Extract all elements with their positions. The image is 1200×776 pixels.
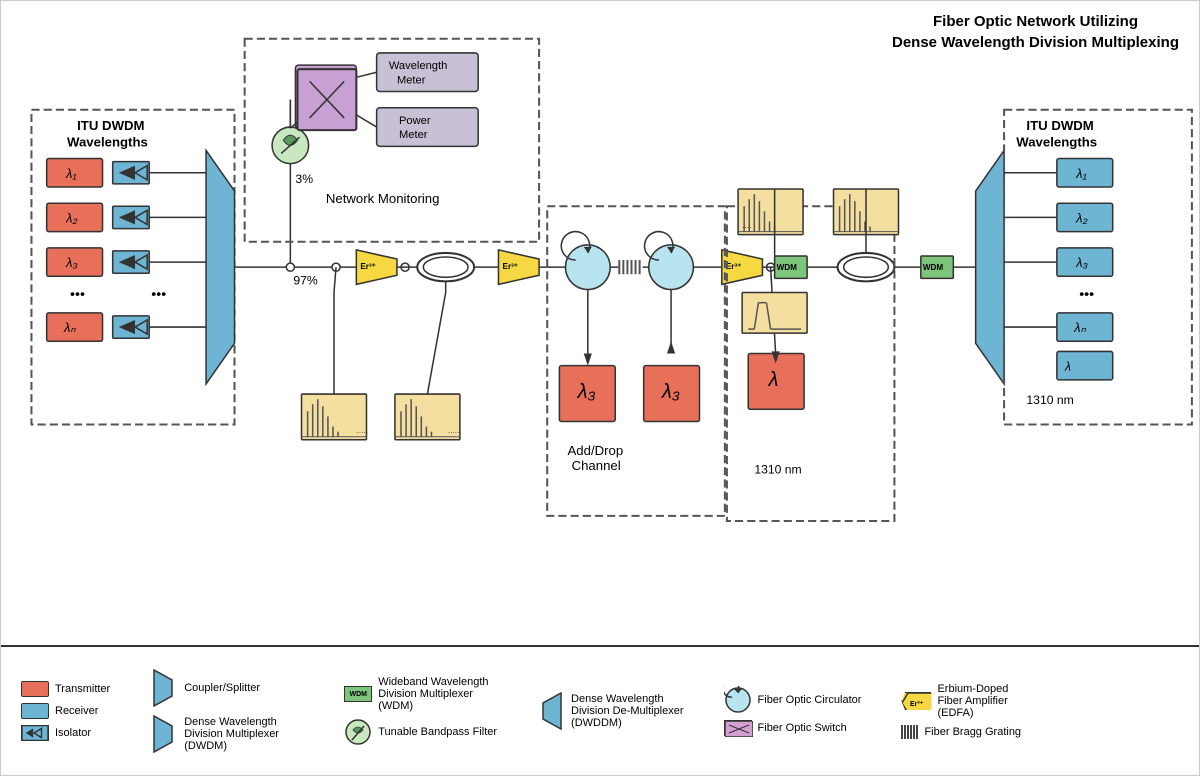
dwdm-icon [150, 714, 178, 754]
add-drop-label1: Add/Drop [568, 443, 624, 458]
legend-transmitter: Transmitter [21, 681, 110, 697]
right-dwddm [976, 150, 1004, 384]
tx-dots: ••• [70, 287, 85, 303]
right-itu-label: ITU DWDM [1026, 118, 1093, 133]
receiver-label: Receiver [55, 705, 98, 717]
wdm-left-label: WDM [777, 263, 798, 272]
power-meter-label1: Power [399, 115, 431, 127]
rx-1310nm-right-label: λ [1064, 360, 1071, 374]
fc1-dots: ···· [742, 224, 751, 232]
diagram-area: Fiber Optic Network Utilizing Dense Wave… [1, 1, 1199, 645]
drop-arrow [584, 353, 592, 365]
edfa2-label: Er³⁺ [503, 262, 519, 271]
tx-dots2: ••• [151, 287, 166, 303]
fcl1-dots: ····· [356, 429, 368, 437]
nm1310-left-label: 1310 nm [754, 462, 801, 476]
line-coupler-wm [356, 72, 376, 77]
tx-lambda3-label: λ₃ [65, 255, 78, 270]
legend-edfa: Er³⁺ Erbium-DopedFiber Amplifier(EDFA) [901, 683, 1021, 719]
edfa3-label: Er³⁺ [726, 262, 742, 271]
left-itu-label2: Wavelengths [67, 134, 148, 149]
wavelength-meter [377, 53, 479, 92]
wdm-right-label: WDM [923, 263, 944, 272]
legend-dwddm: Dense WavelengthDivision De-Multiplexer(… [537, 691, 683, 731]
receiver-icon [21, 703, 49, 719]
nm1310-right: 1310 nm [1026, 393, 1073, 407]
legend-wdm: WDM Wideband WavelengthDivision Multiple… [344, 676, 497, 712]
filter-chart-3 [742, 293, 807, 334]
rx-dots: ••• [1079, 287, 1094, 303]
bragg-label: Fiber Bragg Grating [924, 726, 1021, 738]
tx-lambda2-label: λ₂ [65, 210, 78, 225]
rx-lambda1-label: λ₁ [1075, 166, 1087, 181]
legend-area: Transmitter Receiver Isolator [1, 645, 1199, 775]
add-drop-lambda3-drop-label: λ₃ [577, 381, 596, 403]
fiber-coil-1b [423, 257, 468, 277]
wdm-icon: WDM [344, 686, 372, 702]
isolator-icon [21, 725, 49, 741]
bragg-grating-icon [901, 725, 918, 739]
add-drop-lambda3-add-label: λ₃ [661, 381, 680, 403]
legend-circulator: Fiber Optic Circulator [724, 686, 862, 714]
circulator-icon [724, 686, 752, 714]
power-meter-label2: Meter [399, 129, 428, 141]
dwddm-icon [537, 691, 565, 731]
fiber-coil-2b [844, 257, 889, 277]
network-monitoring-label: Network Monitoring [326, 191, 440, 206]
edfa-icon: Er³⁺ [901, 692, 931, 710]
legend-col-3: WDM Wideband WavelengthDivision Multiple… [344, 676, 509, 746]
svg-text:Er³⁺: Er³⁺ [910, 701, 924, 708]
dwddm-label: Dense WavelengthDivision De-Multiplexer(… [571, 693, 683, 729]
fiber-switch-label: Fiber Optic Switch [758, 722, 847, 734]
wavelength-meter-label2: Meter [397, 74, 426, 86]
coupler-icon [150, 668, 178, 708]
pct97-label: 97% [293, 273, 318, 287]
legend-fiber-switch: Fiber Optic Switch [724, 720, 862, 736]
legend-bragg: Fiber Bragg Grating [901, 725, 1021, 739]
tx-lambdan-label: λₙ [63, 320, 76, 335]
tunable-filter-icon [344, 718, 372, 746]
dwdm-label: Dense Wavelength Division Multiplexer (D… [184, 716, 304, 752]
legend-col-4: Dense WavelengthDivision De-Multiplexer(… [537, 691, 695, 731]
add-drop-label2: Channel [572, 458, 621, 473]
legend-col-5: Fiber Optic Circulator Fiber Optic Switc… [724, 686, 874, 736]
splitter-node [286, 263, 294, 271]
rx-lambda2-label: λ₂ [1075, 210, 1088, 225]
fcl2-dots: ····· [448, 429, 460, 437]
legend-tunable: Tunable Bandpass Filter [344, 718, 497, 746]
lambda-1310-left-label: λ [768, 369, 779, 391]
line-coupler-pm [356, 115, 376, 127]
circulator-label: Fiber Optic Circulator [758, 694, 862, 706]
fiber-switch-icon [724, 720, 752, 736]
line-chart2-up [427, 293, 445, 395]
legend-col-6: Er³⁺ Erbium-DopedFiber Amplifier(EDFA) F… [901, 683, 1033, 739]
edfa1-label: Er³⁺ [360, 262, 376, 271]
legend-receiver: Receiver [21, 703, 110, 719]
legend-dwdm: Dense Wavelength Division Multiplexer (D… [150, 714, 304, 754]
wavelength-meter-label1: Wavelength [389, 60, 448, 72]
coupler-label: Coupler/Splitter [184, 682, 260, 694]
main-container: Fiber Optic Network Utilizing Dense Wave… [0, 0, 1200, 776]
legend-coupler: Coupler/Splitter [150, 668, 304, 708]
legend-isolator: Isolator [21, 725, 110, 741]
rx-lambdan-label: λₙ [1073, 320, 1086, 335]
isolator-label: Isolator [55, 727, 91, 739]
legend-col-2: Coupler/Splitter Dense Wavelength Divisi… [150, 668, 316, 754]
transmitter-icon [21, 681, 49, 697]
pct3-label: 3% [295, 172, 313, 186]
legend-col-1: Transmitter Receiver Isolator [21, 681, 122, 741]
transmitter-label: Transmitter [55, 683, 110, 695]
right-itu-label2: Wavelengths [1016, 134, 1097, 149]
edfa-label: Erbium-DopedFiber Amplifier(EDFA) [937, 683, 1008, 719]
left-dwdm [206, 150, 234, 384]
left-itu-label: ITU DWDM [77, 118, 144, 133]
tunable-label: Tunable Bandpass Filter [378, 726, 497, 738]
network-diagram: ITU DWDM Wavelengths λ₁ λ₂ λ₃ ••• ••• λₙ [1, 1, 1199, 645]
tx-lambda1-label: λ₁ [65, 166, 77, 181]
wdm-label: Wideband WavelengthDivision Multiplexer(… [378, 676, 488, 712]
rx-lambda3-label: λ₃ [1075, 255, 1088, 270]
